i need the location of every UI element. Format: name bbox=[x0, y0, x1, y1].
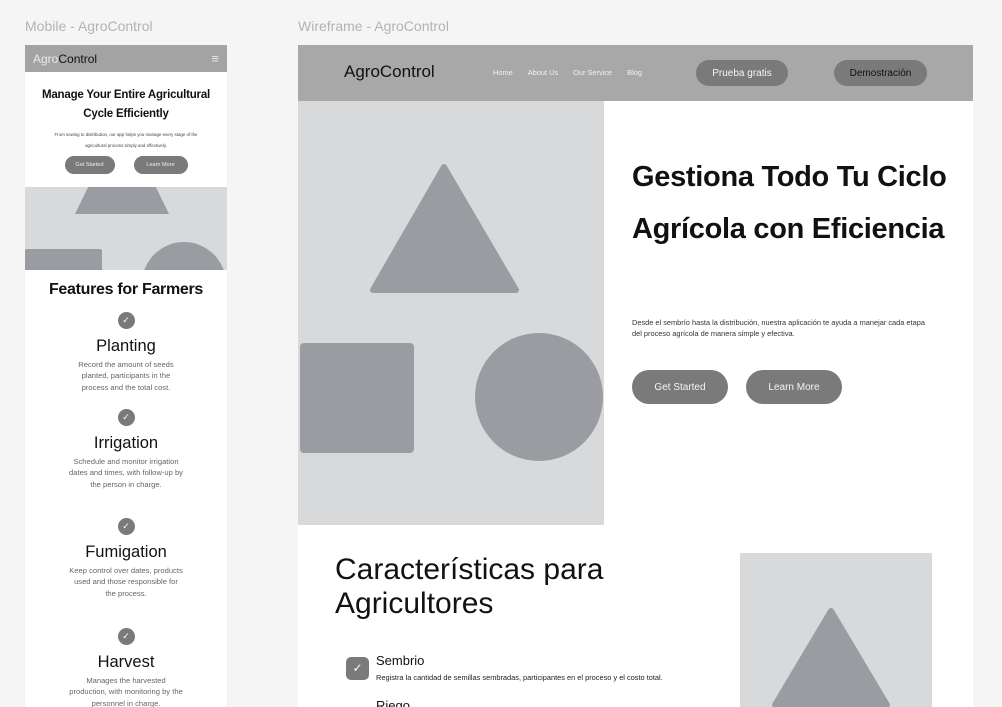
demo-button[interactable]: Demostración bbox=[834, 60, 927, 86]
hamburger-menu-icon[interactable]: ≡ bbox=[211, 52, 219, 65]
learn-more-button[interactable]: Learn More bbox=[746, 370, 842, 404]
mobile-feature-item: ✓ Planting Record the amount of seeds pl… bbox=[25, 312, 227, 393]
feature-title: Harvest bbox=[97, 653, 155, 671]
mobile-logo[interactable]: AgroControl bbox=[33, 52, 97, 66]
mobile-features-title: Features for Farmers bbox=[48, 281, 204, 298]
feature-title: Planting bbox=[96, 337, 156, 355]
mobile-hero-title: Manage Your Entire Agricultural Cycle Ef… bbox=[41, 89, 211, 120]
feature-description: Manages the harvested production, with m… bbox=[69, 676, 183, 707]
check-icon: ✓ bbox=[117, 628, 135, 645]
mobile-hero: Manage Your Entire Agricultural Cycle Ef… bbox=[25, 72, 227, 174]
mobile-learn-more-button[interactable]: Learn More bbox=[133, 156, 188, 174]
free-trial-button[interactable]: Prueba gratis bbox=[696, 60, 788, 86]
mobile-feature-item: ✓ Irrigation Schedule and monitor irriga… bbox=[25, 409, 227, 490]
mobile-hero-subtitle: From sowing to distribution, our app hel… bbox=[54, 132, 198, 148]
wireframe-frame: AgroControl Home About Us Our Service Bl… bbox=[298, 45, 973, 707]
mobile-hero-image-placeholder bbox=[25, 187, 227, 270]
check-icon: ✓ bbox=[117, 518, 135, 535]
hero-title: Gestiona Todo Tu Ciclo Agrícola con Efic… bbox=[632, 161, 947, 245]
placeholder-shapes-icon bbox=[25, 187, 224, 270]
placeholder-shapes-icon bbox=[300, 164, 603, 461]
wireframe-frame-label: Wireframe - AgroControl bbox=[298, 18, 449, 34]
feature-description: Keep control over dates, products used a… bbox=[69, 566, 183, 598]
mobile-frame: AgroControl ≡ Manage Your Entire Agricul… bbox=[25, 45, 227, 707]
nav-links: Home About Us Our Service Blog bbox=[493, 68, 642, 77]
feature-description: Record the amount of seeds planted, part… bbox=[78, 360, 174, 392]
check-icon: ✓ bbox=[117, 312, 135, 329]
wireframe-navbar: AgroControl Home About Us Our Service Bl… bbox=[298, 45, 973, 101]
get-started-button[interactable]: Get Started bbox=[632, 370, 728, 404]
nav-link-home[interactable]: Home bbox=[493, 68, 513, 77]
features-image-placeholder bbox=[740, 553, 932, 707]
wireframe-logo[interactable]: AgroControl bbox=[344, 62, 435, 82]
mobile-frame-label: Mobile - AgroControl bbox=[25, 18, 153, 34]
nav-link-blog[interactable]: Blog bbox=[627, 68, 642, 77]
feature-title: Fumigation bbox=[85, 543, 167, 561]
feature-title: Irrigation bbox=[93, 434, 159, 452]
feature-description: Schedule and monitor irrigation dates an… bbox=[69, 457, 183, 489]
mobile-navbar: AgroControl ≡ bbox=[25, 45, 227, 72]
features-title: Características para Agricultores bbox=[335, 553, 604, 620]
nav-link-about-us[interactable]: About Us bbox=[528, 68, 558, 77]
check-icon: ✓ bbox=[117, 409, 135, 426]
mobile-feature-item: ✓ Harvest Manages the harvested producti… bbox=[25, 628, 227, 707]
placeholder-triangle-icon bbox=[772, 608, 890, 707]
nav-link-our-service[interactable]: Our Service bbox=[573, 68, 612, 77]
hero-image-placeholder bbox=[298, 101, 604, 525]
mobile-get-started-button[interactable]: Get Started bbox=[64, 156, 115, 174]
mobile-feature-item: ✓ Fumigation Keep control over dates, pr… bbox=[25, 518, 227, 599]
hero-subtitle: Desde el sembrío hasta la distribución, … bbox=[632, 318, 925, 338]
